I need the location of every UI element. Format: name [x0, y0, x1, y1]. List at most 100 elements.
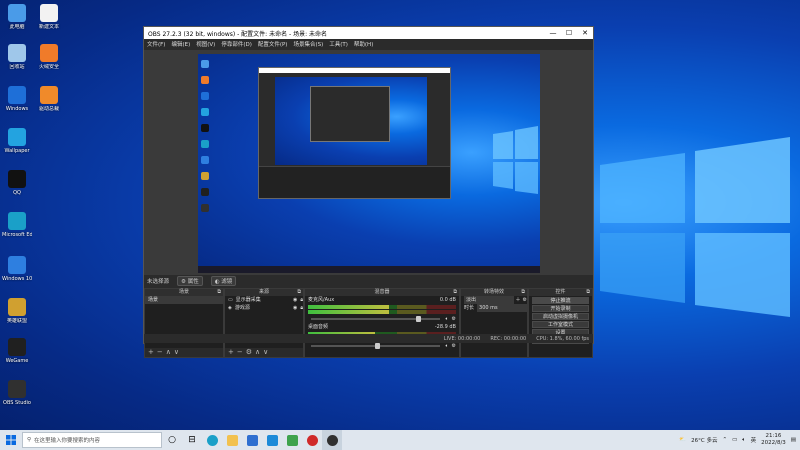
- slider-knob[interactable]: [416, 316, 422, 322]
- eye-icon[interactable]: ◉: [293, 304, 297, 312]
- desktop-icon[interactable]: WeGame: [2, 338, 32, 364]
- clock-date: 2022/8/3: [761, 440, 786, 446]
- task-view-button[interactable]: ⊟: [182, 430, 202, 450]
- maximize-button[interactable]: ☐: [561, 29, 577, 37]
- folder-icon: [226, 434, 238, 446]
- clock[interactable]: 21:16 2022/8/3: [761, 433, 786, 447]
- menu-docks[interactable]: 停靠部件(D): [221, 40, 252, 48]
- lock-icon[interactable]: 🔒︎: [300, 304, 303, 312]
- undock-icon[interactable]: ⧉: [217, 289, 221, 296]
- transition-select[interactable]: 淡出: [464, 296, 514, 304]
- desktop-icon[interactable]: Wallpaper: [2, 128, 32, 154]
- taskbar-search[interactable]: ⚲ 在这里输入你要搜索的内容: [22, 432, 162, 448]
- menu-view[interactable]: 视图(V): [196, 40, 215, 48]
- volume-icon[interactable]: 🔈︎: [742, 437, 745, 444]
- lock-icon[interactable]: 🔒︎: [300, 296, 303, 304]
- mail-app[interactable]: [262, 430, 282, 450]
- volume-meter: [308, 305, 456, 309]
- control-button[interactable]: 停止推流: [532, 297, 589, 304]
- desktop-icon[interactable]: OBS Studio: [2, 380, 32, 406]
- edge-app[interactable]: [202, 430, 222, 450]
- desktop-icon[interactable]: Microsoft Edge: [2, 212, 32, 238]
- network-icon[interactable]: ▭: [732, 437, 737, 443]
- obs-taskbar-app[interactable]: [322, 430, 342, 450]
- menu-edit[interactable]: 编辑(E): [171, 40, 190, 48]
- desktop-icon-label: WeGame: [5, 358, 29, 364]
- weather-text[interactable]: 26°C 多云: [691, 436, 717, 444]
- undock-icon[interactable]: ⧉: [297, 289, 301, 296]
- control-button[interactable]: 启动虚拟摄像机: [532, 313, 589, 320]
- slider-knob[interactable]: [375, 343, 381, 349]
- search-placeholder: 在这里输入你要搜索的内容: [34, 438, 101, 444]
- desktop-icon[interactable]: 驱动总裁: [34, 86, 64, 112]
- notification-icon[interactable]: ▤: [791, 437, 796, 443]
- source-controls[interactable]: +−⚙∧∨: [225, 348, 303, 357]
- desktop-icon[interactable]: 英雄联盟: [2, 298, 32, 324]
- undock-icon[interactable]: ⧉: [521, 289, 525, 296]
- menu-profile[interactable]: 配置文件(P): [258, 40, 288, 48]
- minimize-button[interactable]: —: [545, 29, 561, 37]
- scenes-dock: 场景 ⧉ 场景 +−∧∨: [144, 288, 224, 358]
- gear-icon[interactable]: ⚙: [452, 342, 456, 350]
- desktop-icon[interactable]: QQ: [2, 170, 32, 196]
- add-transition-icon[interactable]: ＋: [516, 296, 521, 304]
- source-item[interactable]: ▭ 显示器采集 ◉ 🔒︎: [225, 296, 303, 304]
- sources-title: 来源: [258, 289, 269, 295]
- desktop-icon-label: OBS Studio: [3, 400, 31, 406]
- undock-icon[interactable]: ⧉: [586, 289, 590, 296]
- app-icon: [8, 338, 26, 356]
- desktop-icon-label: Windows 10 助手: [2, 276, 32, 282]
- menu-file[interactable]: 文件(F): [147, 40, 165, 48]
- desktop-icon[interactable]: 火绒安全: [34, 44, 64, 70]
- desktop-icon[interactable]: 此电脑: [2, 4, 32, 30]
- app-icon: [8, 128, 26, 146]
- speaker-icon[interactable]: 🔈︎: [446, 315, 449, 323]
- control-button[interactable]: 开始录制: [532, 305, 589, 312]
- app-icon: [8, 170, 26, 188]
- taskbar: ⚲ 在这里输入你要搜索的内容 ○ ⊟ ⛅ 26°C 多云 ⌃ ▭ 🔈︎ 英 21…: [0, 430, 800, 450]
- preview-desktop-icon: [201, 60, 209, 68]
- eye-icon[interactable]: ◉: [293, 296, 297, 304]
- green-app[interactable]: [282, 430, 302, 450]
- scene-item[interactable]: 场景: [145, 296, 223, 304]
- windows-logo-preview: [493, 126, 538, 194]
- speaker-icon[interactable]: 🔈︎: [446, 342, 449, 350]
- duration-input[interactable]: 300 ms: [477, 304, 527, 312]
- menu-tools[interactable]: 工具(T): [329, 40, 348, 48]
- menu-help[interactable]: 帮助(H): [354, 40, 373, 48]
- store-app[interactable]: [242, 430, 262, 450]
- duration-label: 时长: [464, 305, 475, 311]
- desktop-icon[interactable]: Windows 10 助手: [2, 256, 32, 282]
- scene-controls[interactable]: +−∧∨: [145, 348, 223, 357]
- red-app[interactable]: [302, 430, 322, 450]
- desktop-icon[interactable]: 回收站: [2, 44, 32, 70]
- obs-window[interactable]: OBS 27.2.3 (32 bit, windows) - 配置文件: 未命名…: [143, 26, 594, 358]
- app-icon: [40, 86, 58, 104]
- gear-icon[interactable]: ⚙: [452, 315, 456, 323]
- chevron-up-icon[interactable]: ⌃: [722, 437, 727, 443]
- track-db: 0.0 dB: [439, 297, 456, 303]
- properties-button[interactable]: ⚙ 属性: [177, 276, 203, 286]
- volume-slider[interactable]: [311, 316, 440, 322]
- control-button[interactable]: 工作室模式: [532, 321, 589, 328]
- explorer-app[interactable]: [222, 430, 242, 450]
- obs-titlebar[interactable]: OBS 27.2.3 (32 bit, windows) - 配置文件: 未命名…: [144, 27, 593, 39]
- close-button[interactable]: ✕: [577, 29, 593, 37]
- weather-icon[interactable]: ⛅: [679, 437, 686, 443]
- start-button[interactable]: [0, 430, 22, 450]
- app-icon: [8, 212, 26, 230]
- source-item[interactable]: ◈ 游戏源 ◉ 🔒︎: [225, 304, 303, 312]
- transitions-dock: 转场特效 ⧉ 淡出＋ ⚙ 时长 300 ms: [460, 288, 528, 358]
- ime-indicator[interactable]: 英: [751, 436, 757, 444]
- volume-slider[interactable]: [311, 343, 440, 349]
- desktop-icon[interactable]: Windows: [2, 86, 32, 112]
- desktop-icon[interactable]: 新建文本: [34, 4, 64, 30]
- app-icon: [8, 86, 26, 104]
- filters-button[interactable]: ◐ 滤镜: [210, 276, 237, 286]
- nested-obs-window: [258, 67, 451, 199]
- menu-scene-collection[interactable]: 场景集合(S): [293, 40, 323, 48]
- undock-icon[interactable]: ⧉: [453, 289, 457, 296]
- gear-icon[interactable]: ⚙: [523, 296, 527, 304]
- preview-area[interactable]: [144, 50, 593, 275]
- cortana-button[interactable]: ○: [162, 430, 182, 450]
